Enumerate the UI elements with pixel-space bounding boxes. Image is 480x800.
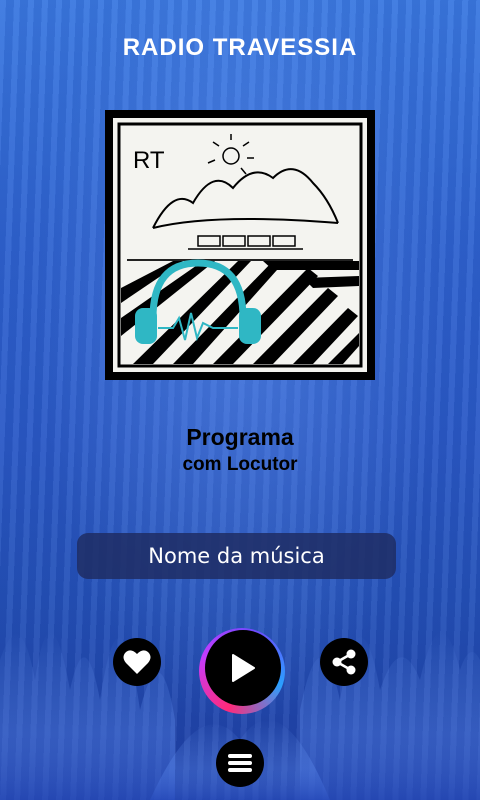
logo-text: RT (133, 147, 165, 174)
like-button[interactable] (113, 638, 161, 686)
heart-icon (123, 650, 151, 674)
menu-button[interactable] (216, 739, 264, 787)
station-logo: RT (105, 110, 375, 380)
play-button[interactable] (205, 630, 281, 706)
song-title: Nome da música (77, 533, 396, 579)
share-icon (332, 649, 356, 675)
menu-icon (228, 754, 252, 772)
host-name: com Locutor (182, 454, 298, 475)
program-name: Programa (186, 424, 294, 450)
app-title: RADIO TRAVESSIA (122, 34, 358, 61)
share-button[interactable] (320, 638, 368, 686)
play-icon (232, 654, 255, 682)
